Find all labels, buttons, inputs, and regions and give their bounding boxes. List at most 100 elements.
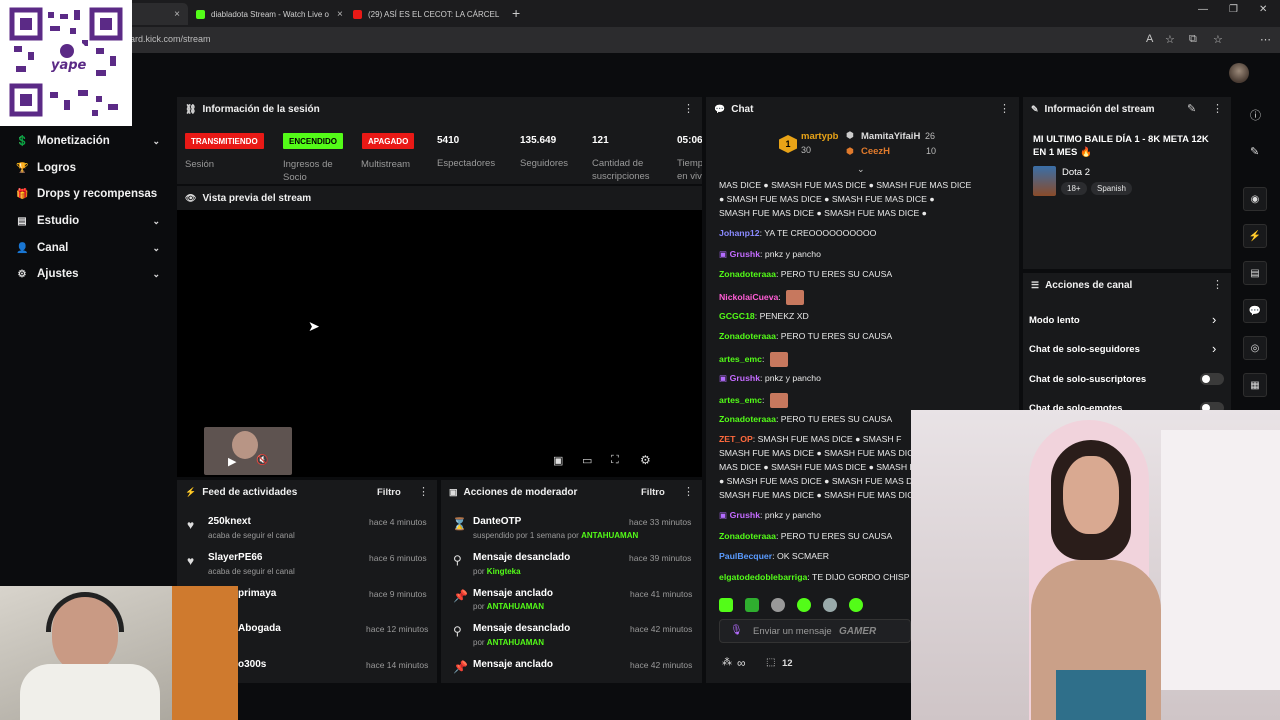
category-thumbnail[interactable] — [1033, 166, 1056, 196]
moderator-name[interactable]: ANTAHUAMAN — [487, 602, 544, 611]
rail-button-camera[interactable]: ◉ — [1243, 187, 1267, 211]
chat-message[interactable]: artes_emc: — [719, 352, 788, 367]
leaderboard-first-name[interactable]: martypb — [801, 131, 838, 142]
minimize-button[interactable]: — — [1198, 4, 1208, 15]
feed-user-name[interactable]: o300s — [238, 659, 266, 670]
more-vertical-icon[interactable]: ⋮ — [418, 485, 429, 498]
info-icon[interactable]: ⓘ — [1250, 107, 1261, 123]
mod-action-title[interactable]: DanteOTP — [473, 516, 521, 527]
sidebar-item-estudio[interactable]: ▤ Estudio ⌄ — [0, 209, 172, 233]
status-badge[interactable]: APAGADO — [362, 133, 415, 149]
stream-preview-video[interactable]: ▶ 🔇 ▣ ▭ ⛶ ⚙ ➤ — [177, 210, 702, 477]
emote-icon[interactable] — [797, 598, 811, 612]
mini-preview-thumbnail[interactable]: ▶ 🔇 — [204, 427, 292, 475]
chat-username[interactable]: ZET_OP — [719, 434, 753, 444]
chat-message[interactable]: GCGC18: PENEKZ XD — [719, 311, 809, 321]
emote-icon[interactable] — [745, 598, 759, 612]
user-avatar[interactable] — [1229, 63, 1249, 83]
chat-message[interactable]: MAS DICE ● SMASH FUE MAS DICE ● SMASH FU… — [719, 180, 971, 190]
sidebar-item-canal[interactable]: 👤 Canal ⌄ — [0, 236, 172, 260]
chat-username[interactable]: elgatodedoblebarriga — [719, 572, 807, 582]
collections-icon[interactable]: ☆ — [1213, 33, 1223, 46]
more-menu-icon[interactable]: ⋯ — [1260, 33, 1271, 46]
tab-close-icon[interactable]: × — [329, 9, 343, 20]
theater-icon[interactable]: ▭ — [582, 454, 592, 467]
chevron-right-icon[interactable]: › — [1212, 312, 1216, 327]
rail-button-bolt[interactable]: ⚡ — [1243, 224, 1267, 248]
sidebar-item-logros[interactable]: 🏆 Logros — [0, 156, 172, 180]
microphone-icon[interactable]: 🎙 — [730, 625, 743, 636]
rail-button-layout[interactable]: ▦ — [1243, 373, 1267, 397]
chat-message[interactable]: ▣ Grushk: pnkz y pancho — [719, 373, 821, 384]
moderator-name[interactable]: ANTAHUAMAN — [581, 531, 638, 540]
subscribers-only-toggle[interactable] — [1200, 373, 1224, 385]
chat-username[interactable]: Zonadoteraaa — [719, 331, 776, 341]
emote-icon[interactable] — [823, 598, 837, 612]
tag-badge[interactable]: 18+ — [1061, 182, 1087, 195]
chat-message[interactable]: PaulBecquer: OK SCMAER — [719, 551, 829, 561]
chat-username[interactable]: Zonadoteraaa — [719, 531, 776, 541]
more-vertical-icon[interactable]: ⋮ — [1212, 102, 1223, 115]
sidebar-item-drops[interactable]: 🎁 Drops y recompensas — [0, 182, 172, 206]
close-window-button[interactable]: ✕ — [1259, 4, 1267, 15]
chat-username[interactable]: Johanp12 — [719, 228, 760, 238]
chat-username[interactable]: artes_emc — [719, 395, 762, 405]
status-badge[interactable]: ENCENDIDO — [283, 133, 344, 149]
sidebar-item-monetizacion[interactable]: 💲 Monetización ⌄ — [0, 129, 172, 153]
favorite-star-icon[interactable]: ☆ — [1165, 33, 1175, 46]
chat-message[interactable]: ▣ Grushk: pnkz y pancho — [719, 510, 821, 521]
emote-icon[interactable] — [849, 598, 863, 612]
chat-username[interactable]: NickolaiCueva — [719, 292, 778, 302]
settings-gear-icon[interactable]: ⚙ — [640, 453, 651, 467]
chat-message[interactable]: NickolaiCueva: — [719, 290, 805, 305]
moderator-name[interactable]: Kingteka — [487, 567, 521, 576]
chat-input[interactable]: 🎙 Enviar un mensaje GAMER — [719, 619, 911, 643]
mod-action-title[interactable]: Mensaje anclado — [473, 588, 553, 599]
sidebar-item-ajustes[interactable]: ⚙ Ajustes ⌄ — [0, 262, 172, 286]
more-vertical-icon[interactable]: ⋮ — [999, 102, 1010, 115]
url-field[interactable]: ard.kick.com/stream — [130, 34, 211, 44]
leaderboard-third-name[interactable]: CeezH — [861, 146, 890, 157]
play-icon[interactable]: ▶ — [228, 455, 236, 468]
browser-tab-youtube[interactable]: (29) ASÍ ES EL CECOT: LA CÁRCEL × — [345, 3, 505, 25]
fullscreen-icon[interactable]: ⛶ — [611, 454, 619, 467]
extension-icon[interactable]: ⧉ — [1189, 33, 1197, 46]
emote-icon[interactable] — [771, 598, 785, 612]
chat-username[interactable]: Zonadoteraaa — [719, 414, 776, 424]
rail-button-chat[interactable]: 💬 — [1243, 299, 1267, 323]
mod-action-title[interactable]: Mensaje desanclado — [473, 552, 570, 563]
chat-username[interactable]: Zonadoteraaa — [719, 269, 776, 279]
chat-username[interactable]: Grushk — [730, 510, 760, 520]
chat-message[interactable]: ● SMASH FUE MAS DICE ● SMASH FUE MAS DIC… — [719, 194, 935, 204]
mod-action-title[interactable]: Mensaje desanclado — [473, 623, 570, 634]
edit-pencil-icon[interactable]: ✎ — [1250, 145, 1259, 158]
action-label[interactable]: Chat de solo-seguidores — [1029, 344, 1140, 355]
chat-message[interactable]: Johanp12: YA TE CREOOOOOOOOOO — [719, 228, 876, 238]
chat-username[interactable]: Grushk — [730, 249, 760, 259]
chat-message[interactable]: SMASH FUE MAS DICE ● SMASH FUE MAS DICE … — [719, 448, 942, 458]
filter-button[interactable]: Filtro — [641, 487, 665, 498]
chat-message[interactable]: SMASH FUE MAS DICE ● SMASH FUE MAS DICE … — [719, 208, 927, 218]
read-aloud-icon[interactable]: A — [1146, 33, 1153, 45]
feed-user-name[interactable]: Abogada — [238, 623, 281, 634]
category-name[interactable]: Dota 2 — [1062, 167, 1090, 178]
rail-button-doc[interactable]: ▤ — [1243, 261, 1267, 285]
chat-message[interactable]: Zonadoteraaa: PERO TU ERES SU CAUSA — [719, 531, 892, 541]
maximize-button[interactable]: ❐ — [1229, 4, 1238, 15]
mod-action-title[interactable]: Mensaje anclado — [473, 659, 553, 670]
chat-message[interactable]: artes_emc: — [719, 393, 788, 408]
pip-icon[interactable]: ▣ — [553, 454, 563, 467]
more-vertical-icon[interactable]: ⋮ — [683, 102, 694, 115]
feed-user-name[interactable]: primaya — [238, 588, 276, 599]
gift-box-icon[interactable]: ⬚ — [766, 657, 775, 668]
action-label[interactable]: Modo lento — [1029, 315, 1080, 326]
chat-username[interactable]: GCGC18 — [719, 311, 755, 321]
tab-close-icon[interactable]: × — [499, 9, 505, 20]
tag-badge[interactable]: Spanish — [1091, 182, 1132, 195]
chat-username[interactable]: artes_emc — [719, 354, 762, 364]
browser-tab-kick[interactable]: diabladota Stream - Watch Live o × — [188, 3, 344, 25]
more-vertical-icon[interactable]: ⋮ — [1212, 278, 1223, 291]
chat-username[interactable]: PaulBecquer — [719, 551, 772, 561]
mute-icon[interactable]: 🔇 — [256, 455, 268, 466]
people-icon[interactable]: ⁂ — [722, 657, 732, 668]
